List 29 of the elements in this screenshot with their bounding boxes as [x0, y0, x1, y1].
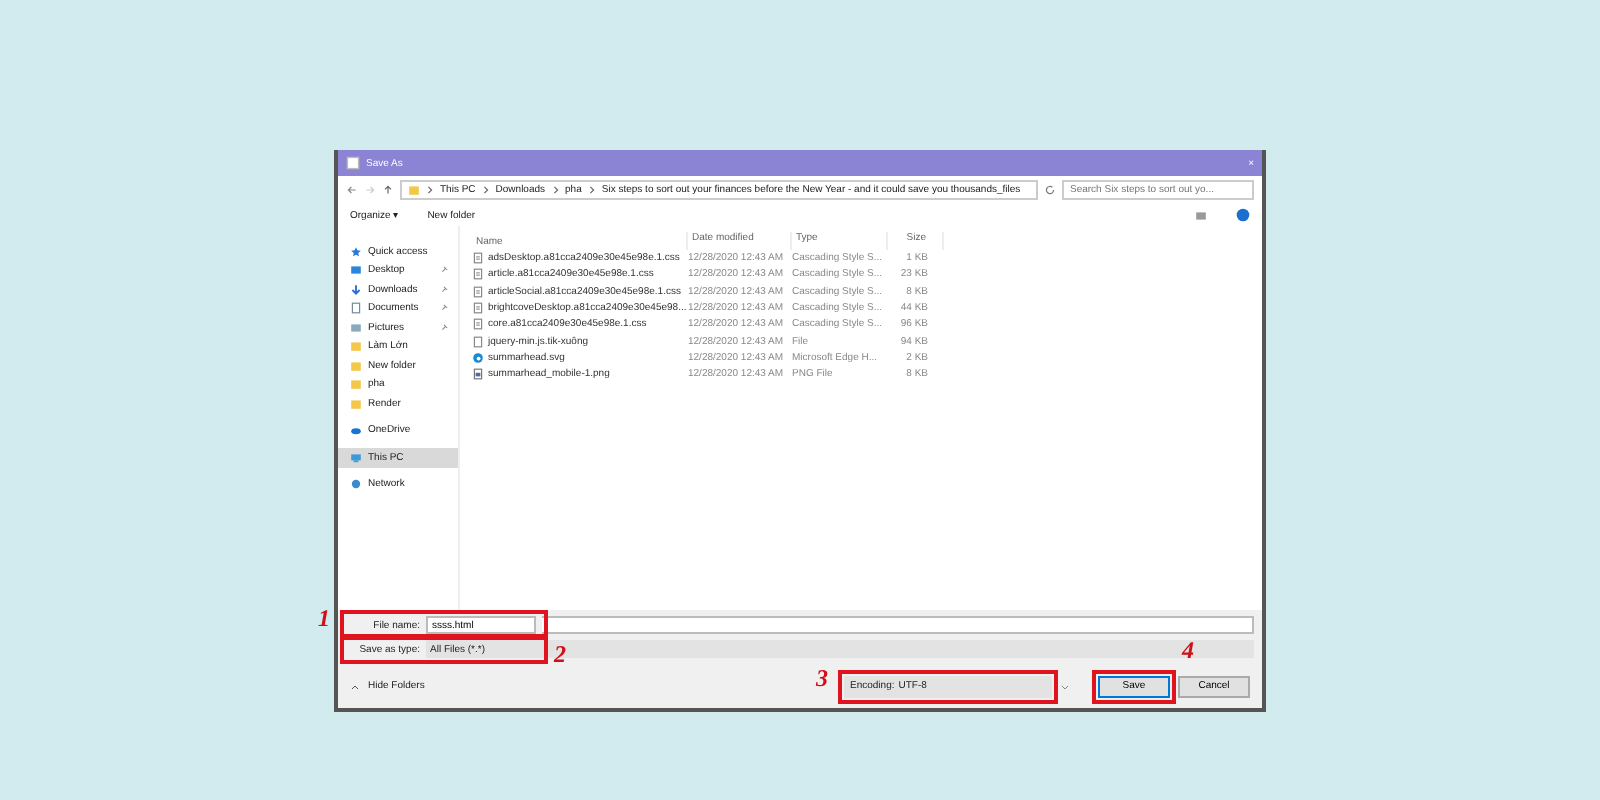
annotation-number: 2 [554, 640, 566, 670]
window-icon [346, 156, 360, 170]
desktop-icon [350, 264, 362, 277]
document-icon [472, 302, 484, 315]
network-icon [350, 478, 362, 491]
download-icon [350, 283, 362, 296]
annotation-number: 1 [318, 604, 330, 634]
edge-icon [472, 351, 484, 364]
chevron-right-icon [426, 186, 434, 194]
document-icon [350, 302, 362, 315]
pictures-icon [350, 321, 362, 334]
back-icon [346, 184, 358, 196]
star-icon [350, 245, 362, 258]
file-icon [472, 335, 484, 348]
forward-icon [364, 184, 376, 196]
computer-icon [350, 451, 362, 464]
help-icon [1236, 208, 1250, 222]
up-icon [382, 184, 394, 196]
folder-icon [408, 184, 420, 196]
annotation-number: 3 [816, 663, 828, 693]
image-file-icon [472, 368, 484, 381]
document-icon [472, 252, 484, 265]
view-icon [1194, 209, 1208, 221]
document-icon [472, 285, 484, 298]
annotation-number: 4 [1182, 635, 1194, 665]
document-icon [472, 318, 484, 331]
cloud-icon [350, 424, 362, 437]
refresh-icon [1044, 184, 1056, 196]
document-icon [472, 268, 484, 281]
